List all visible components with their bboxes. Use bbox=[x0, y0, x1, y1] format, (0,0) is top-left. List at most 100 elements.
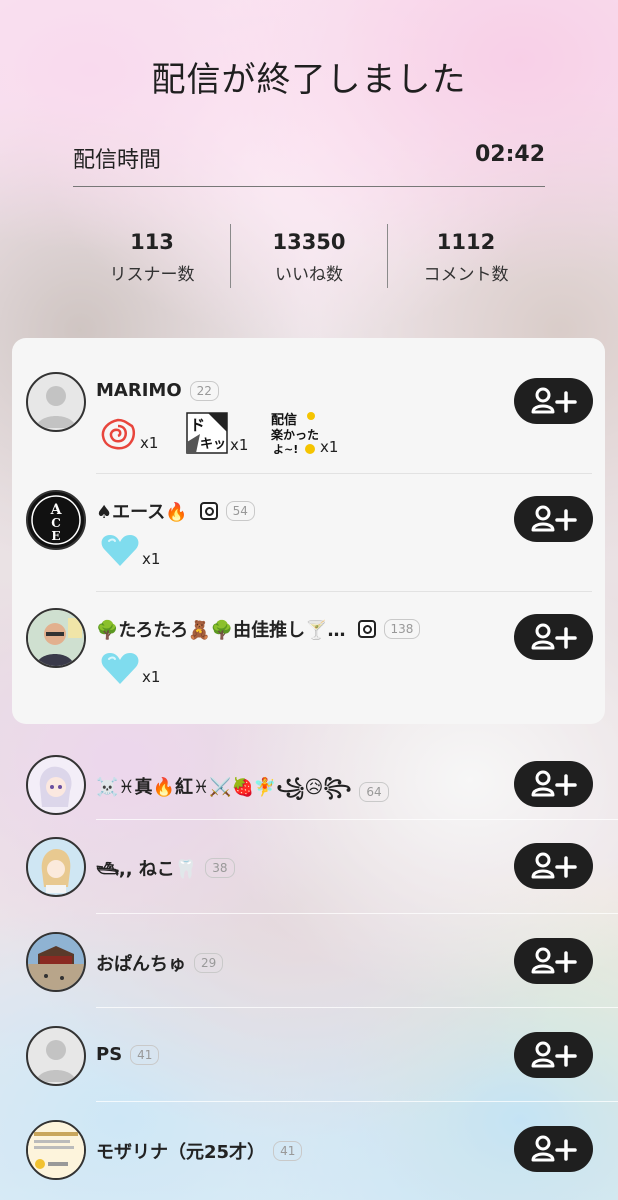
follow-button[interactable] bbox=[514, 614, 593, 660]
add-user-icon bbox=[531, 1135, 577, 1162]
level-badge: 54 bbox=[225, 501, 255, 521]
page-title: 配信が終了しました bbox=[151, 60, 467, 100]
svg-text:C: C bbox=[51, 516, 61, 530]
svg-text:キッ: キッ bbox=[200, 437, 226, 452]
dokit-manga-gift-icon: ド キッ bbox=[186, 412, 228, 454]
listener-name-line: モザリナ（元25才） 41 bbox=[96, 1138, 303, 1164]
ace-logo-avatar-icon: A C E bbox=[31, 495, 81, 545]
add-user-icon bbox=[531, 770, 577, 797]
level-badge: 41 bbox=[130, 1044, 160, 1065]
add-user-icon bbox=[531, 852, 577, 879]
gift-count: x1 bbox=[140, 434, 159, 452]
gifter-name-line: ♠エース🔥 54 bbox=[96, 498, 255, 524]
stream-duration-row: 配信時間 02:42 bbox=[73, 138, 545, 187]
listener-name-line: ☠️♓真🔥紅♓⚔️🍓🧚꧁😥꧂ 64 bbox=[96, 773, 389, 810]
follow-button[interactable] bbox=[514, 1032, 593, 1078]
anime-girl-avatar-icon bbox=[41, 849, 71, 893]
username[interactable]: PS bbox=[96, 1044, 122, 1065]
avatar[interactable] bbox=[26, 608, 86, 668]
follow-button[interactable] bbox=[514, 938, 593, 984]
duration-value: 02:42 bbox=[474, 142, 545, 167]
default-avatar-icon bbox=[36, 1040, 76, 1082]
listener-row: ☠️♓真🔥紅♓⚔️🍓🧚꧁😥꧂ 64 bbox=[0, 755, 618, 815]
level-badge: 41 bbox=[273, 1141, 303, 1161]
svg-text:楽かった: 楽かった bbox=[271, 427, 318, 442]
follow-button[interactable] bbox=[514, 1126, 593, 1172]
follow-button[interactable] bbox=[514, 761, 593, 807]
level-badge: 38 bbox=[205, 858, 235, 878]
username[interactable]: ♠エース🔥 bbox=[96, 498, 188, 524]
username[interactable]: モザリナ（元25才） bbox=[96, 1138, 265, 1164]
castle-photo-avatar-icon bbox=[28, 934, 84, 990]
default-avatar-icon bbox=[36, 386, 76, 428]
gift-count: x1 bbox=[230, 436, 249, 454]
stat-comments: 1112 コメント数 bbox=[387, 224, 544, 288]
listener-row: 🛥,, ねこ🦷 38 bbox=[0, 837, 618, 897]
add-user-icon bbox=[531, 1041, 577, 1068]
instagram-icon[interactable] bbox=[199, 502, 218, 520]
haishin-tanoshikatta-gift-icon: 配信 楽かった よ~! bbox=[271, 412, 318, 456]
user-photo-avatar-icon bbox=[28, 610, 84, 666]
gift-item: x1 bbox=[100, 532, 160, 568]
username[interactable]: おぱんちゅ bbox=[96, 950, 186, 976]
gifter-name-line: MARIMO 22 bbox=[96, 380, 219, 401]
avatar[interactable]: A C E bbox=[26, 490, 86, 550]
gift-item: x1 bbox=[98, 416, 158, 452]
avatar[interactable] bbox=[26, 372, 86, 432]
level-badge: 22 bbox=[189, 380, 219, 401]
avatar[interactable] bbox=[26, 837, 86, 897]
username[interactable]: 🌳たろたろ🧸🌳由佳推し🍸… bbox=[96, 616, 346, 642]
anime-character-avatar-icon bbox=[39, 766, 72, 807]
row-divider bbox=[96, 913, 618, 914]
avatar[interactable] bbox=[26, 755, 86, 815]
listener-name-line: おぱんちゅ 29 bbox=[96, 950, 224, 976]
gifter-row: 🌳たろたろ🧸🌳由佳推し🍸… 138 x1 bbox=[0, 606, 618, 706]
gifter-name-line: 🌳たろたろ🧸🌳由佳推し🍸… 138 bbox=[96, 616, 421, 642]
listener-row: PS 41 bbox=[0, 1026, 618, 1086]
username[interactable]: MARIMO bbox=[96, 380, 182, 401]
instagram-icon[interactable] bbox=[357, 620, 376, 638]
stat-likes: 13350 いいね数 bbox=[230, 224, 387, 288]
stat-label: コメント数 bbox=[423, 265, 509, 285]
row-divider bbox=[96, 1007, 618, 1008]
gift-item: ド キッ x1 bbox=[186, 412, 248, 454]
add-user-icon bbox=[531, 387, 577, 414]
gift-item: x1 bbox=[100, 650, 160, 686]
level-badge: 64 bbox=[359, 781, 389, 802]
follow-button[interactable] bbox=[514, 496, 593, 542]
duration-label: 配信時間 bbox=[73, 148, 162, 173]
avatar[interactable] bbox=[26, 932, 86, 992]
gift-count: x1 bbox=[320, 438, 339, 456]
add-user-icon bbox=[531, 947, 577, 974]
avatar[interactable] bbox=[26, 1026, 86, 1086]
row-divider bbox=[96, 1101, 618, 1102]
username[interactable]: ☠️♓真🔥紅♓⚔️🍓🧚꧁😥꧂ bbox=[96, 773, 351, 810]
stat-label: リスナー数 bbox=[109, 265, 195, 285]
stat-listeners: 113 リスナー数 bbox=[74, 224, 230, 288]
blue-heart-icon bbox=[101, 535, 139, 566]
level-badge: 29 bbox=[194, 953, 224, 973]
svg-text:ド: ド bbox=[190, 416, 205, 434]
svg-text:配信: 配信 bbox=[271, 412, 297, 428]
stat-value: 113 bbox=[130, 230, 174, 254]
stat-value: 1112 bbox=[436, 230, 496, 254]
follow-button[interactable] bbox=[514, 843, 593, 889]
follow-button[interactable] bbox=[514, 378, 593, 424]
row-divider bbox=[96, 819, 618, 820]
blue-heart-icon bbox=[101, 653, 139, 684]
listener-row: モザリナ（元25才） 41 bbox=[0, 1120, 618, 1180]
spiral-flower-gift-icon bbox=[101, 418, 136, 450]
level-badge: 138 bbox=[383, 619, 421, 639]
add-user-icon bbox=[531, 505, 577, 532]
avatar[interactable] bbox=[26, 1120, 86, 1180]
gifter-row: MARIMO 22 x1 ド キッ x1 配信 楽かった よ~! x1 bbox=[0, 370, 618, 470]
stat-label: いいね数 bbox=[275, 265, 343, 285]
row-divider bbox=[96, 591, 592, 592]
listener-name-line: PS 41 bbox=[96, 1044, 160, 1065]
username[interactable]: 🛥,, ねこ🦷 bbox=[96, 855, 197, 881]
add-user-icon bbox=[531, 623, 577, 650]
stat-value: 13350 bbox=[272, 230, 346, 254]
gift-item: 配信 楽かった よ~! x1 bbox=[270, 410, 338, 456]
row-divider bbox=[96, 473, 592, 474]
gift-count: x1 bbox=[142, 550, 161, 568]
